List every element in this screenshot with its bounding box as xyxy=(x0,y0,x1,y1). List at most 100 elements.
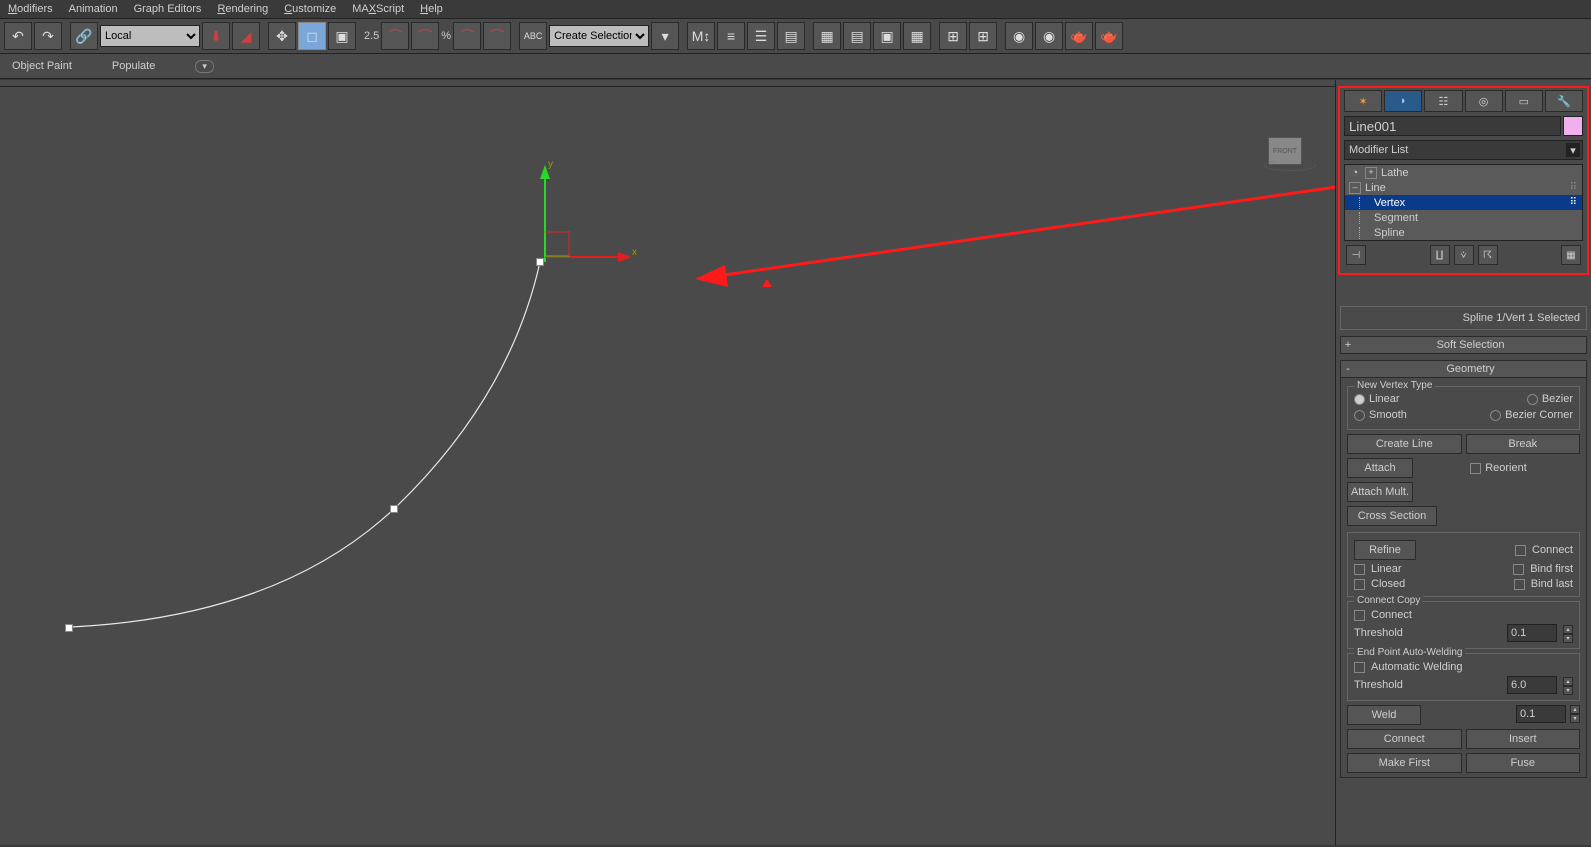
ribbon-expand-icon[interactable]: ▾ xyxy=(195,60,214,73)
vertex-point[interactable] xyxy=(390,505,398,513)
cross-section-button[interactable]: Cross Section xyxy=(1347,506,1437,526)
undo-icon[interactable]: ↶ xyxy=(4,22,32,50)
attach-button[interactable]: Attach xyxy=(1347,458,1413,478)
vertex-point[interactable] xyxy=(65,624,73,632)
render-frame-icon[interactable]: ▦ xyxy=(903,22,931,50)
menu-animation[interactable]: Animation xyxy=(69,3,118,15)
expand-icon[interactable]: + xyxy=(1365,167,1377,179)
fuse-button[interactable]: Fuse xyxy=(1466,753,1581,773)
weld-spinner[interactable]: 0.1 xyxy=(1516,705,1566,723)
object-name-input[interactable] xyxy=(1344,116,1561,136)
configure-sets-icon[interactable]: ▦ xyxy=(1561,245,1581,265)
connect-checkbox[interactable] xyxy=(1515,545,1526,556)
closed-checkbox[interactable] xyxy=(1354,579,1365,590)
named-selection-dropdown[interactable]: Create Selection Se xyxy=(549,25,649,47)
modifier-list-dropdown[interactable]: Modifier List ▾ xyxy=(1344,140,1583,160)
modifier-stack[interactable]: ◔ + Lathe – Line ⠿ Vertex ⠿ Segment Spli… xyxy=(1344,164,1583,241)
bind-last-checkbox[interactable] xyxy=(1514,579,1525,590)
radio-smooth[interactable] xyxy=(1354,410,1365,421)
object-color-swatch[interactable] xyxy=(1563,116,1583,136)
connect-copy-checkbox[interactable] xyxy=(1354,610,1365,621)
hierarchy-tab-icon[interactable]: ☷ xyxy=(1424,90,1462,112)
stack-item-segment[interactable]: Segment xyxy=(1345,210,1582,225)
menu-help[interactable]: Help xyxy=(420,3,443,15)
modify-tab-icon[interactable]: ◗ xyxy=(1384,90,1422,112)
menu-customize[interactable]: Customize xyxy=(284,3,336,15)
create-tab-icon[interactable]: ✶ xyxy=(1344,90,1382,112)
spinner-arrows[interactable]: ▴▾ xyxy=(1563,677,1573,693)
linear-checkbox[interactable] xyxy=(1354,564,1365,575)
geometry-rollout-header[interactable]: - Geometry xyxy=(1340,360,1587,378)
snap-toggle-icon[interactable]: ⬇ xyxy=(202,22,230,50)
break-button[interactable]: Break xyxy=(1466,434,1581,454)
motion-tab-icon[interactable]: ◎ xyxy=(1465,90,1503,112)
rotate-icon[interactable]: ◻ xyxy=(298,22,326,50)
ribbon-populate[interactable]: Populate xyxy=(112,60,155,72)
soft-selection-rollout-header[interactable]: + Soft Selection xyxy=(1340,336,1587,354)
render-setup-icon[interactable]: ▣ xyxy=(873,22,901,50)
vertex-point[interactable] xyxy=(536,258,544,266)
viewport[interactable]: FRONT y x xyxy=(0,80,1336,845)
attach-mult-button[interactable]: Attach Mult. xyxy=(1347,482,1413,502)
stack-item-vertex[interactable]: Vertex ⠿ xyxy=(1345,195,1582,210)
remove-modifier-icon[interactable]: ☈ xyxy=(1478,245,1498,265)
snap-icon-4[interactable]: ⌒ xyxy=(483,22,511,50)
teapot-icon-4[interactable]: 🫖 xyxy=(1095,22,1123,50)
tool-icon-1[interactable]: ⊞ xyxy=(939,22,967,50)
snap-icon-2[interactable]: ⌒ xyxy=(411,22,439,50)
mirror-icon[interactable]: M↕ xyxy=(687,22,715,50)
stack-item-line[interactable]: – Line ⠿ xyxy=(1345,180,1582,195)
material-icon[interactable]: ▤ xyxy=(843,22,871,50)
angle-snap-icon[interactable]: ◢ xyxy=(232,22,260,50)
bind-first-checkbox[interactable] xyxy=(1513,564,1524,575)
curve-editor-icon[interactable]: ▤ xyxy=(777,22,805,50)
gizmo-plane[interactable] xyxy=(545,232,569,256)
visibility-icon[interactable]: ◔ xyxy=(1349,167,1361,179)
spline-curve[interactable] xyxy=(70,262,540,627)
refine-button[interactable]: Refine xyxy=(1354,540,1416,560)
collapse-icon[interactable]: – xyxy=(1349,182,1361,194)
stack-item-lathe[interactable]: ◔ + Lathe xyxy=(1345,165,1582,180)
show-end-result-icon[interactable]: ∐ xyxy=(1430,245,1450,265)
make-first-button[interactable]: Make First xyxy=(1347,753,1462,773)
spinner-arrows[interactable]: ▴▾ xyxy=(1570,705,1580,721)
connect-button[interactable]: Connect xyxy=(1347,729,1462,749)
radio-bezier-corner[interactable] xyxy=(1490,410,1501,421)
utilities-tab-icon[interactable]: 🔧 xyxy=(1545,90,1583,112)
scale-icon[interactable]: ▣ xyxy=(328,22,356,50)
teapot-icon-3[interactable]: 🫖 xyxy=(1065,22,1093,50)
menu-maxscript[interactable]: MAXScript xyxy=(352,3,404,15)
teapot-icon-2[interactable]: ◉ xyxy=(1035,22,1063,50)
coord-system-dropdown[interactable]: Local xyxy=(100,25,200,47)
snap-icon-1[interactable]: ⌒ xyxy=(381,22,409,50)
auto-weld-checkbox[interactable] xyxy=(1354,662,1365,673)
menu-rendering[interactable]: Rendering xyxy=(217,3,268,15)
snap-icon-3[interactable]: ⌒ xyxy=(453,22,481,50)
create-line-button[interactable]: Create Line xyxy=(1347,434,1462,454)
display-tab-icon[interactable]: ▭ xyxy=(1505,90,1543,112)
insert-button[interactable]: Insert xyxy=(1466,729,1581,749)
abc-icon[interactable]: ABC xyxy=(519,22,547,50)
teapot-icon-1[interactable]: ◉ xyxy=(1005,22,1033,50)
reorient-checkbox[interactable] xyxy=(1470,463,1481,474)
align-icon[interactable]: ≡ xyxy=(717,22,745,50)
redo-icon[interactable]: ↷ xyxy=(34,22,62,50)
menu-graph-editors[interactable]: Graph Editors xyxy=(134,3,202,15)
schematic-icon[interactable]: ▦ xyxy=(813,22,841,50)
radio-linear[interactable] xyxy=(1354,394,1365,405)
link-icon[interactable]: 🔗 xyxy=(70,22,98,50)
menu-modifiers[interactable]: Modifiers xyxy=(8,3,53,15)
tool-icon-2[interactable]: ⊞ xyxy=(969,22,997,50)
threshold-spinner[interactable]: 0.1 xyxy=(1507,624,1557,642)
spinner-arrows[interactable]: ▴▾ xyxy=(1563,625,1573,641)
pin-stack-icon[interactable]: ⊣ xyxy=(1346,245,1366,265)
move-icon[interactable]: ✥ xyxy=(268,22,296,50)
dropdown-arrow-icon[interactable]: ▾ xyxy=(651,22,679,50)
radio-bezier[interactable] xyxy=(1527,394,1538,405)
threshold2-spinner[interactable]: 6.0 xyxy=(1507,676,1557,694)
stack-item-spline[interactable]: Spline xyxy=(1345,225,1582,240)
ribbon-object-paint[interactable]: Object Paint xyxy=(12,60,72,72)
weld-button[interactable]: Weld xyxy=(1347,705,1421,725)
make-unique-icon[interactable]: ⩒ xyxy=(1454,245,1474,265)
layers-icon[interactable]: ☰ xyxy=(747,22,775,50)
